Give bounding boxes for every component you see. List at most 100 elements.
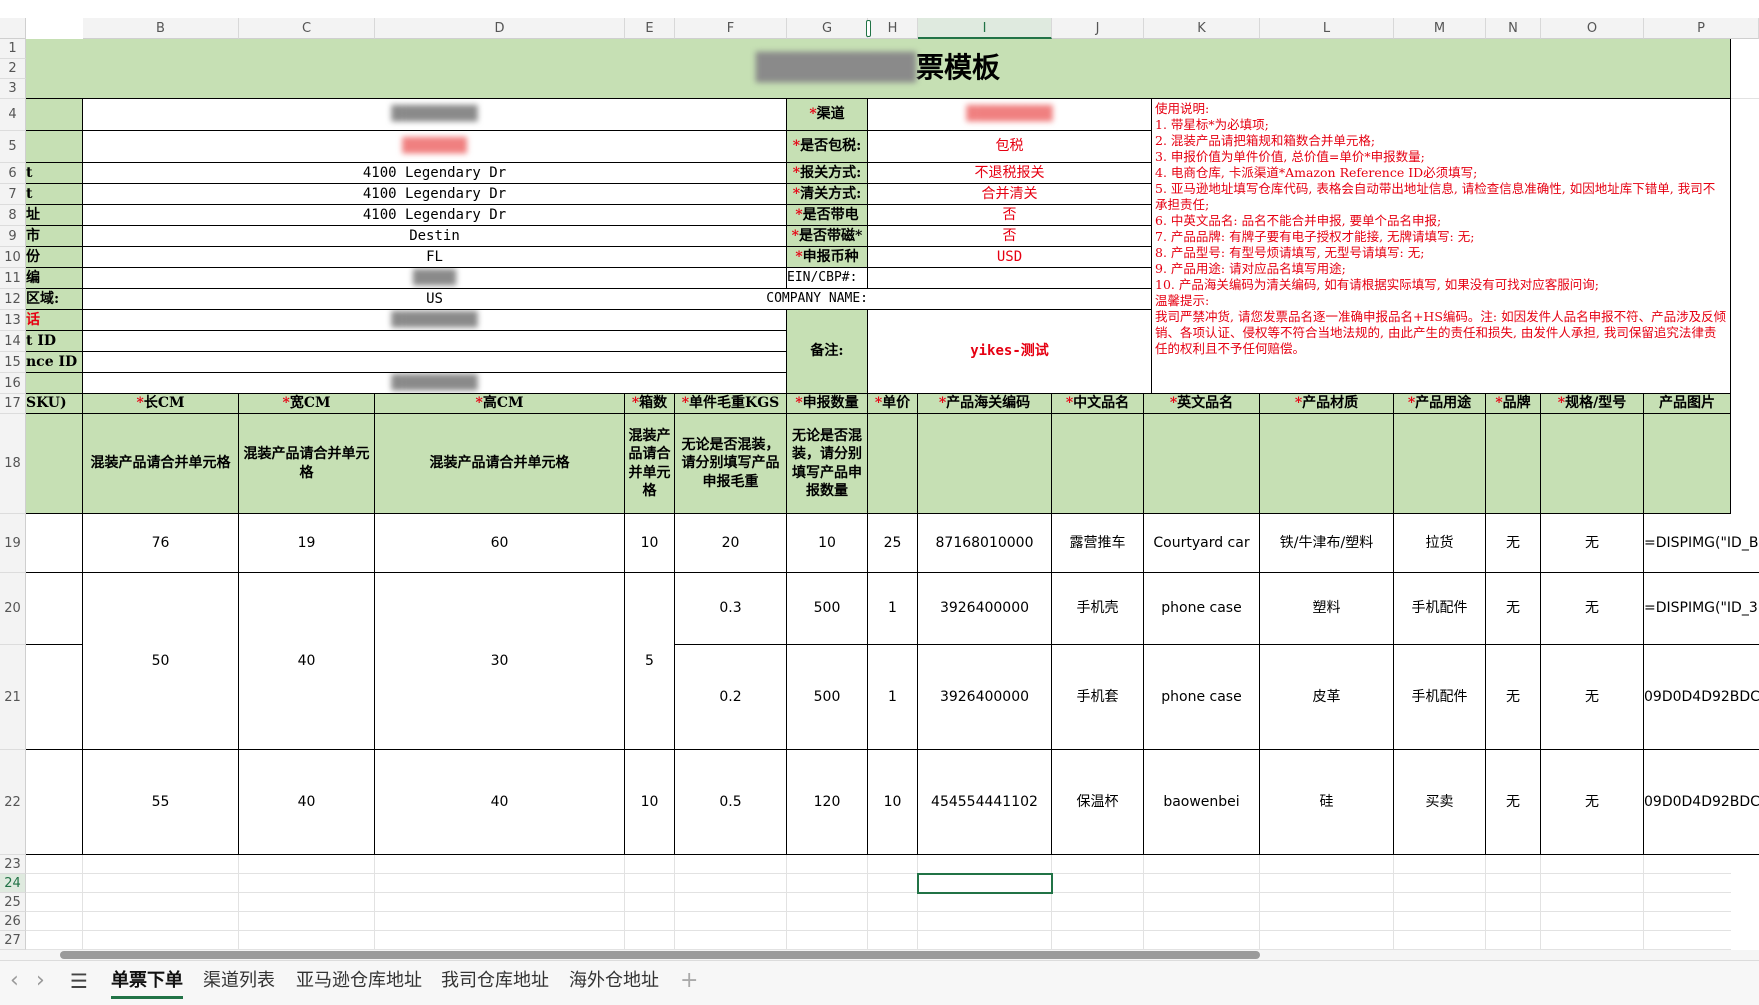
cell-en[interactable]: phone case xyxy=(1144,573,1260,645)
row-header[interactable]: 21 xyxy=(0,645,26,750)
col-header-h[interactable]: H xyxy=(868,18,918,39)
value-cell[interactable] xyxy=(83,331,787,352)
remark-value[interactable]: yikes-测试 xyxy=(868,310,1152,394)
label-cell[interactable] xyxy=(26,99,83,131)
col-header-k[interactable]: K xyxy=(1144,18,1260,39)
cell-brand[interactable]: 无 xyxy=(1486,514,1541,573)
label-cell[interactable]: 址 xyxy=(26,205,83,226)
customs-label[interactable]: * 报关方式: xyxy=(787,163,868,184)
clearance-value[interactable]: 合并清关 xyxy=(868,184,1152,205)
company-label[interactable]: COMPANY NAME: xyxy=(760,289,868,310)
value-cell[interactable]: 4100 Legendary Dr xyxy=(83,163,787,184)
table-cell[interactable] xyxy=(26,645,83,750)
cell-model[interactable]: 无 xyxy=(1541,573,1644,645)
cell-height[interactable]: 40 xyxy=(375,750,625,855)
header-image[interactable]: 产品图片 xyxy=(1644,394,1731,414)
row-header[interactable]: 2 xyxy=(0,59,26,79)
cell-qty[interactable]: 500 xyxy=(787,645,868,750)
row-header[interactable]: 24 xyxy=(0,874,26,893)
header-material[interactable]: * 产品材质 xyxy=(1260,394,1394,414)
row-header[interactable]: 15 xyxy=(0,352,26,373)
note-cell[interactable]: 混装产品请合并单元格 xyxy=(625,414,675,514)
row-header[interactable]: 7 xyxy=(0,184,26,205)
row-header[interactable]: 3 xyxy=(0,79,26,99)
cell-model[interactable]: 无 xyxy=(1541,645,1644,750)
row-header[interactable]: 20 xyxy=(0,573,26,645)
cell-hs[interactable]: 3926400000 xyxy=(918,573,1052,645)
instructions-block[interactable]: 使用说明: 1. 带星标*为必填项; 2. 混装产品请把箱规和箱数合并单元格; … xyxy=(1152,99,1731,394)
sheet-tab[interactable]: 我司仓库地址 xyxy=(441,966,549,996)
cell-brand[interactable]: 无 xyxy=(1486,573,1541,645)
cell-length[interactable]: 50 xyxy=(83,573,239,750)
col-header-f[interactable]: F xyxy=(675,18,787,39)
header-en[interactable]: * 英文品名 xyxy=(1144,394,1260,414)
value-cell[interactable]: ████████ xyxy=(83,373,787,394)
cell-width[interactable]: 40 xyxy=(239,573,375,750)
cell-en[interactable]: baowenbei xyxy=(1144,750,1260,855)
tax-label[interactable]: * 是否包税: xyxy=(787,131,868,163)
sheet-tab-active[interactable]: 单票下单 xyxy=(111,966,183,999)
col-header-j[interactable]: J xyxy=(1052,18,1144,39)
label-cell[interactable]: nce ID xyxy=(26,352,83,373)
note-cell[interactable] xyxy=(1394,414,1486,514)
cell-length[interactable]: 76 xyxy=(83,514,239,573)
cell-qty[interactable]: 120 xyxy=(787,750,868,855)
row-header[interactable]: 1 xyxy=(0,39,26,59)
cell-material[interactable]: 塑料 xyxy=(1260,573,1394,645)
cell-brand[interactable]: 无 xyxy=(1486,750,1541,855)
row-header[interactable]: 11 xyxy=(0,268,26,289)
row-header[interactable]: 4 xyxy=(0,99,26,131)
label-cell[interactable] xyxy=(26,131,83,163)
header-brand[interactable]: * 品牌 xyxy=(1486,394,1541,414)
note-cell[interactable]: 混装产品请合并单元格 xyxy=(83,414,239,514)
cell-weight[interactable]: 20 xyxy=(675,514,787,573)
cell-qty[interactable]: 500 xyxy=(787,573,868,645)
cell-price[interactable]: 10 xyxy=(868,750,918,855)
customs-value[interactable]: 不退税报关 xyxy=(868,163,1152,184)
table-cell[interactable] xyxy=(26,750,83,855)
header-cn[interactable]: * 中文品名 xyxy=(1052,394,1144,414)
header-height[interactable]: * 高CM xyxy=(375,394,625,414)
value-cell[interactable]: Destin xyxy=(83,226,787,247)
header-length[interactable]: * 长CM xyxy=(83,394,239,414)
company-value[interactable] xyxy=(868,289,1152,310)
cell-price[interactable]: 25 xyxy=(868,514,918,573)
row-header[interactable]: 23 xyxy=(0,855,26,874)
cell-price[interactable]: 1 xyxy=(868,645,918,750)
label-cell[interactable]: 区域: xyxy=(26,289,83,310)
col-header-p[interactable]: P xyxy=(1644,18,1759,39)
row-header[interactable]: 26 xyxy=(0,912,26,931)
note-cell[interactable] xyxy=(1052,414,1144,514)
cell-model[interactable]: 无 xyxy=(1541,514,1644,573)
row-header[interactable]: 12 xyxy=(0,289,26,310)
sheet-tab[interactable]: 渠道列表 xyxy=(203,966,275,996)
cell-en[interactable]: phone case xyxy=(1144,645,1260,750)
prev-sheet-icon[interactable]: ‹ xyxy=(10,966,19,996)
cell-length[interactable]: 55 xyxy=(83,750,239,855)
cell-image[interactable]: =DISPIMG("ID_B xyxy=(1644,514,1759,573)
add-sheet-icon[interactable]: + xyxy=(680,966,698,996)
sheet-tab[interactable]: 亚马逊仓库地址 xyxy=(296,966,422,996)
title-cell[interactable]: ████████ 票模板 xyxy=(26,39,1731,99)
battery-value[interactable]: 否 xyxy=(868,205,1152,226)
magnet-value[interactable]: 否 xyxy=(868,226,1152,247)
note-cell[interactable] xyxy=(1144,414,1260,514)
row-header[interactable]: 19 xyxy=(0,514,26,573)
cell-cn[interactable]: 手机套 xyxy=(1052,645,1144,750)
col-header-o[interactable]: O xyxy=(1541,18,1644,39)
col-header-d[interactable]: D xyxy=(375,18,625,39)
cell-hs[interactable]: 87168010000 xyxy=(918,514,1052,573)
cell-weight[interactable]: 0.2 xyxy=(675,645,787,750)
cell-boxes[interactable]: 10 xyxy=(625,514,675,573)
ein-value[interactable] xyxy=(868,268,1152,289)
remark-label[interactable]: 备注: xyxy=(787,310,868,394)
header-width[interactable]: * 宽CM xyxy=(239,394,375,414)
col-header-i[interactable]: I xyxy=(918,18,1052,39)
label-cell[interactable]: t xyxy=(26,163,83,184)
cell-height[interactable]: 60 xyxy=(375,514,625,573)
row-header[interactable]: 27 xyxy=(0,931,26,950)
cell-weight[interactable]: 0.3 xyxy=(675,573,787,645)
currency-label[interactable]: * 申报币种 xyxy=(787,247,868,268)
channel-value[interactable]: ████████ xyxy=(868,99,1152,131)
cell-material[interactable]: 铁/牛津布/塑料 xyxy=(1260,514,1394,573)
